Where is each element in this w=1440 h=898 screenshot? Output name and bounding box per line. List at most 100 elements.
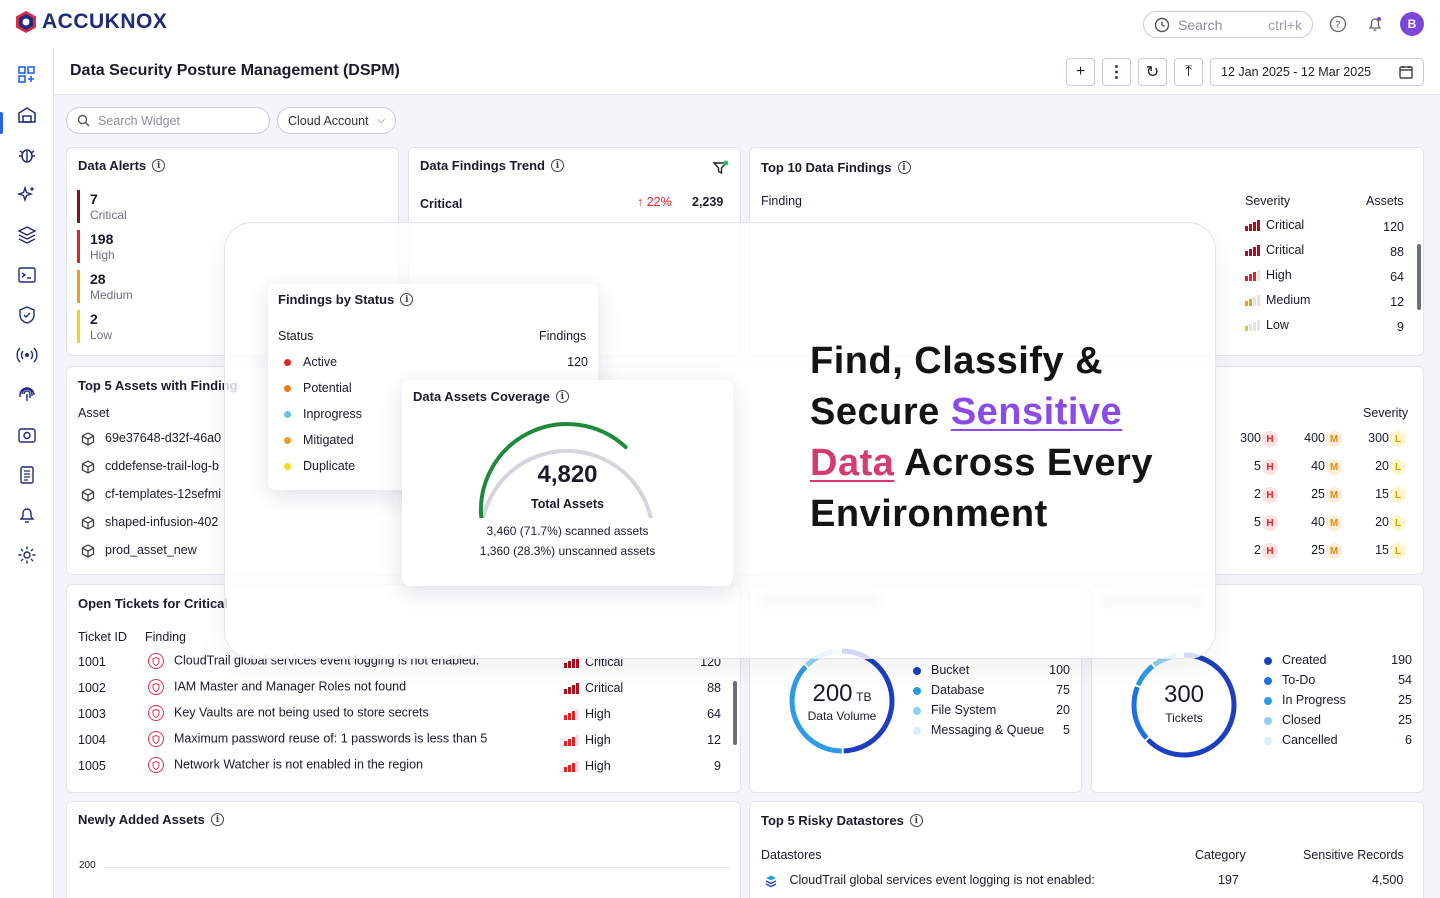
refresh-button[interactable]: ↻: [1138, 58, 1167, 86]
bug-icon: [19, 149, 35, 163]
settings-icon: [18, 546, 36, 564]
ticket-severity: High: [564, 759, 611, 773]
global-search[interactable]: Search ctrl+k: [1143, 11, 1313, 38]
plus-icon: +: [1075, 63, 1086, 80]
table-row[interactable]: IAM Master and Manager Roles not found: [148, 679, 406, 695]
date-range-picker[interactable]: 12 Jan 2025 - 12 Mar 2025: [1210, 58, 1424, 86]
more-options-button[interactable]: ⋮: [1102, 58, 1131, 86]
high-count: 5: [1254, 459, 1261, 473]
user-avatar[interactable]: B: [1400, 12, 1424, 36]
add-widget-button[interactable]: +: [1066, 58, 1095, 86]
ticket-count: 64: [707, 707, 721, 721]
ticket-id[interactable]: 1005: [78, 759, 106, 773]
legend-value: 25: [1398, 713, 1412, 727]
ticket-id[interactable]: 1002: [78, 681, 106, 695]
data-assets-coverage-card: Data Assets Coverage i 4,820 Total Assets…: [402, 380, 733, 586]
col-category: Category: [1195, 848, 1246, 862]
cube-icon: [81, 488, 95, 502]
table-row[interactable]: High: [1245, 268, 1292, 282]
medium-count: 400: [1304, 431, 1325, 445]
info-icon[interactable]: i: [897, 161, 911, 174]
table-row[interactable]: Maximum password reuse of: 1 passwords i…: [148, 731, 487, 747]
medium-count: 25: [1311, 487, 1325, 501]
sparkle-icon: [17, 185, 34, 203]
table-row[interactable]: Critical: [1245, 243, 1304, 257]
ticket-severity: Critical: [564, 681, 623, 695]
table-row[interactable]: Medium: [1245, 293, 1310, 307]
table-row[interactable]: cf-templates-12sefmi: [81, 487, 221, 502]
export-button[interactable]: ⤒: [1174, 58, 1203, 86]
sidebar-item-ai[interactable]: [14, 182, 40, 208]
scrollbar[interactable]: [1417, 244, 1421, 310]
sidebar-item-dashboard[interactable]: [14, 62, 40, 88]
table-row[interactable]: Key Vaults are not being used to store s…: [148, 705, 429, 721]
sidebar-item-notifications[interactable]: [14, 502, 40, 528]
legend-item[interactable]: Database: [913, 683, 985, 697]
sidebar-item-compliance[interactable]: [14, 302, 40, 328]
table-row[interactable]: CloudTrail global services event logging…: [764, 873, 1095, 888]
alert-item[interactable]: 28 Medium: [77, 270, 133, 303]
table-row[interactable]: Low: [1245, 318, 1289, 332]
sidebar-item-reports[interactable]: [14, 462, 40, 488]
ticket-id[interactable]: 1004: [78, 733, 106, 747]
info-icon[interactable]: i: [152, 159, 166, 172]
assets-count: 120: [1383, 220, 1404, 234]
alert-item[interactable]: 7 Critical: [77, 190, 127, 223]
sidebar-item-settings[interactable]: [14, 542, 40, 568]
assets-count: 88: [1390, 245, 1404, 259]
scrollbar[interactable]: [733, 681, 737, 745]
filter-icon[interactable]: [712, 160, 729, 179]
page-title: Data Security Posture Management (DSPM): [70, 62, 400, 79]
legend-item[interactable]: Created: [1264, 653, 1326, 667]
legend-item[interactable]: Closed: [1264, 713, 1321, 727]
legend-item[interactable]: Bucket: [913, 663, 969, 677]
legend-item[interactable]: File System: [913, 703, 996, 717]
status-item[interactable]: Duplicate: [284, 459, 355, 473]
legend-item[interactable]: Cancelled: [1264, 733, 1338, 747]
table-row[interactable]: prod_asset_new: [81, 543, 197, 558]
hero-headline: Find, Classify & Secure Sensitive Data A…: [810, 336, 1153, 540]
info-icon[interactable]: i: [550, 159, 564, 172]
info-icon[interactable]: i: [400, 293, 414, 306]
table-row[interactable]: Critical: [1245, 218, 1304, 232]
sidebar-item-identity[interactable]: [14, 382, 40, 408]
notification-bell-icon[interactable]: [1364, 13, 1386, 35]
status-item[interactable]: Inprogress: [284, 407, 362, 421]
status-item[interactable]: Potential: [284, 381, 352, 395]
help-icon[interactable]: ?: [1327, 13, 1349, 35]
cloud-account-select[interactable]: Cloud Account ⌵: [277, 107, 396, 134]
medium-badge: M: [1326, 487, 1342, 503]
info-icon[interactable]: i: [909, 814, 923, 827]
table-row[interactable]: cddefense-trail-log-b: [81, 459, 219, 474]
table-row[interactable]: 69e37648-d32f-46a0: [81, 431, 221, 446]
brand-logo[interactable]: ACCUKNOX: [14, 10, 167, 34]
legend-item[interactable]: To-Do: [1264, 673, 1315, 687]
ticket-id[interactable]: 1001: [78, 655, 106, 669]
table-row[interactable]: shaped-infusion-402: [81, 515, 218, 530]
high-count: 2: [1254, 543, 1261, 557]
table-row[interactable]: Network Watcher is not enabled in the re…: [148, 757, 423, 773]
info-icon[interactable]: i: [210, 813, 224, 826]
status-item[interactable]: Active: [284, 355, 337, 369]
legend-item[interactable]: In Progress: [1264, 693, 1346, 707]
sidebar-item-inventory[interactable]: [14, 102, 40, 128]
status-value: 120: [567, 355, 588, 369]
sidebar-item-vulnerabilities[interactable]: [14, 142, 40, 168]
alert-item[interactable]: 198 High: [77, 230, 115, 263]
status-item[interactable]: Mitigated: [284, 433, 354, 447]
ticket-severity: High: [564, 707, 611, 721]
sidebar-item-layers[interactable]: [14, 222, 40, 248]
ticket-id[interactable]: 1003: [78, 707, 106, 721]
sidebar-item-runtime[interactable]: [14, 342, 40, 368]
search-widget-placeholder: Search Widget: [98, 113, 180, 128]
sidebar-item-terminal[interactable]: [14, 262, 40, 288]
legend-item[interactable]: Messaging & Queue: [913, 723, 1044, 737]
info-icon[interactable]: i: [555, 390, 569, 403]
col-finding: Finding: [145, 630, 186, 644]
refresh-icon: ↻: [1145, 64, 1160, 81]
bell-icon: [19, 508, 35, 523]
search-widget-input[interactable]: Search Widget: [66, 107, 270, 134]
severity-bars-icon: [1245, 245, 1260, 257]
alert-item[interactable]: 2 Low: [77, 310, 112, 343]
sidebar-item-images[interactable]: [14, 422, 40, 448]
